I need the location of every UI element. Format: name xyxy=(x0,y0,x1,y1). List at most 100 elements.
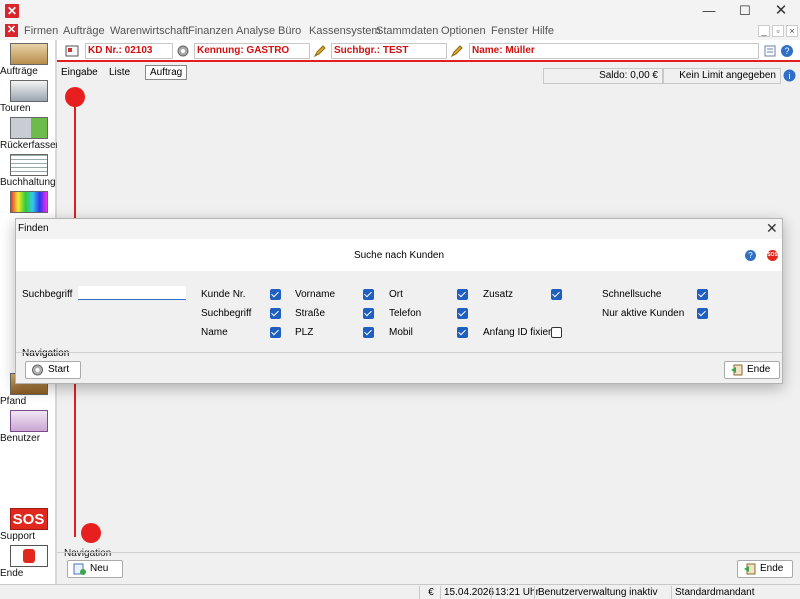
search-input[interactable] xyxy=(78,286,186,300)
dialog-end-button-label: Ende xyxy=(747,364,771,375)
checkbox-ort[interactable] xyxy=(457,289,468,300)
menu-hilfe[interactable]: Hilfe xyxy=(532,25,554,37)
help-icon[interactable]: ? xyxy=(780,44,794,58)
timeline-end-dot xyxy=(81,523,101,543)
close-button[interactable]: ✕ xyxy=(764,0,798,22)
menu-finanzen[interactable]: Finanzen xyxy=(188,25,233,37)
option-label-mobil: Mobil xyxy=(389,327,413,338)
sos-icon: SOS xyxy=(9,508,48,530)
toolbar-support[interactable]: SOS Support xyxy=(0,508,57,542)
tab-liste[interactable]: Liste xyxy=(109,67,130,78)
dialog-close-icon[interactable]: ✕ xyxy=(766,220,778,237)
toolbar-label: Pfand xyxy=(0,396,27,407)
toolbar-label: Touren xyxy=(0,103,31,114)
saldo-display: Saldo: 0,00 € xyxy=(543,68,663,84)
checkbox-mobil[interactable] xyxy=(457,327,468,338)
exit-icon xyxy=(744,563,756,575)
mdi-restore-button[interactable]: ▫ xyxy=(772,25,784,37)
toolbar-label: Rückerfassen xyxy=(0,140,62,151)
mdi-minimize-button[interactable]: _ xyxy=(758,25,770,37)
dialog-body: Suchbegriff Kunde Nr. Vorname Ort Zusatz… xyxy=(16,271,782,383)
limit-display: Kein Limit angegeben xyxy=(663,68,781,84)
checkbox-kunde-nr[interactable] xyxy=(270,289,281,300)
checkbox-name[interactable] xyxy=(270,327,281,338)
menu-kassensystem[interactable]: Kassensystem xyxy=(309,25,381,37)
checkbox-vorname[interactable] xyxy=(363,289,374,300)
option-label-telefon: Telefon xyxy=(389,308,422,319)
option-label-strasse: Straße xyxy=(295,308,326,319)
mdi-close-button[interactable]: × xyxy=(786,25,798,37)
new-document-icon xyxy=(73,563,86,575)
toolbar-auftraege[interactable]: Aufträge xyxy=(0,43,57,77)
checkbox-telefon[interactable] xyxy=(457,308,468,319)
pencil-icon[interactable] xyxy=(313,44,327,58)
tab-auftrag[interactable]: Auftrag xyxy=(145,65,188,80)
name-field: Name: Müller xyxy=(469,43,759,59)
support-label: Support xyxy=(0,531,36,542)
option-label-zusatz: Zusatz xyxy=(483,289,514,300)
color-chart-icon xyxy=(9,191,48,213)
menu-logo-icon[interactable]: ✕ xyxy=(5,24,18,37)
pencil-icon[interactable] xyxy=(450,44,464,58)
end-button-label: Ende xyxy=(760,563,784,574)
checkbox-zusatz[interactable] xyxy=(551,289,562,300)
navigation-label: Navigation xyxy=(64,548,112,559)
option-label-name: Name xyxy=(201,327,228,338)
dialog-navigation-divider xyxy=(16,352,782,353)
notes-icon[interactable] xyxy=(763,44,777,58)
status-time: 13:21 Uhr xyxy=(491,586,539,599)
new-button-label: Neu xyxy=(90,563,109,574)
toolbar-rueckerfassen[interactable]: Rückerfassen xyxy=(0,117,61,151)
minimize-button[interactable]: — xyxy=(692,0,726,22)
truck-icon xyxy=(9,80,48,102)
menu-optionen[interactable]: Optionen xyxy=(441,25,486,37)
status-user-admin: Benutzerverwaltung inaktiv xyxy=(534,586,671,599)
gear-icon[interactable] xyxy=(176,44,190,58)
toolbar-ende[interactable]: Ende xyxy=(0,545,57,579)
toolbar-buchhaltung[interactable]: Buchhaltung xyxy=(0,154,57,188)
customer-info-row: KD Nr.: 02103 Kennung: GASTRO Suchbgr.: … xyxy=(57,40,800,62)
dialog-end-button[interactable]: Ende xyxy=(724,361,780,379)
toolbar-touren[interactable]: Touren xyxy=(0,80,57,114)
status-date: 15.04.2026 xyxy=(440,586,494,599)
toolbar-label: Buchhaltung xyxy=(0,177,56,188)
status-mandant: Standardmandant xyxy=(671,586,800,599)
customer-card-icon[interactable] xyxy=(65,44,79,58)
checkbox-nur-aktive-kunden[interactable] xyxy=(697,308,708,319)
toolbar-analyse[interactable] xyxy=(0,191,57,213)
checkbox-strasse[interactable] xyxy=(363,308,374,319)
toolbar-benutzer[interactable]: Benutzer xyxy=(0,410,57,444)
toolbar-label: Aufträge xyxy=(0,66,38,77)
maximize-button[interactable]: ☐ xyxy=(728,0,762,22)
menu-warenwirtschaft[interactable]: Warenwirtschaft xyxy=(110,25,188,37)
checkbox-schnellsuche[interactable] xyxy=(697,289,708,300)
timeline-start-dot xyxy=(65,87,85,107)
users-icon xyxy=(9,410,48,432)
checkbox-plz[interactable] xyxy=(363,327,374,338)
menu-fenster[interactable]: Fenster xyxy=(491,25,528,37)
checkbox-anfang-id-fixiert[interactable] xyxy=(551,327,562,338)
tab-eingabe[interactable]: Eingabe xyxy=(61,67,98,78)
menu-auftraege[interactable]: Aufträge xyxy=(63,25,105,37)
checkbox-suchbegriff[interactable] xyxy=(270,308,281,319)
option-label-anfang-id-fixiert: Anfang ID fixiert xyxy=(483,327,555,338)
menu-bar: ✕ Firmen Aufträge Warenwirtschaft Finanz… xyxy=(0,22,800,40)
help-icon[interactable]: ? xyxy=(745,250,756,261)
find-dialog: Finden ✕ Suche nach Kunden ? SOS Suchbeg… xyxy=(15,218,783,384)
info-icon[interactable]: i xyxy=(783,69,796,82)
sos-icon[interactable]: SOS xyxy=(767,250,778,261)
new-button[interactable]: Neu xyxy=(67,560,123,578)
menu-analyse[interactable]: Analyse xyxy=(236,25,275,37)
menu-buero[interactable]: Büro xyxy=(278,25,301,37)
start-button[interactable]: Start xyxy=(25,361,81,379)
menu-stammdaten[interactable]: Stammdaten xyxy=(376,25,438,37)
dialog-title: Finden xyxy=(18,223,49,234)
start-button-label: Start xyxy=(48,364,70,375)
exit-icon xyxy=(731,364,743,376)
app-logo-icon: ✕ xyxy=(5,4,19,18)
dialog-header: Suche nach Kunden ? SOS xyxy=(16,239,782,271)
navigation-divider xyxy=(57,552,800,553)
power-icon xyxy=(9,545,48,567)
menu-firmen[interactable]: Firmen xyxy=(24,25,58,37)
end-button[interactable]: Ende xyxy=(737,560,793,578)
